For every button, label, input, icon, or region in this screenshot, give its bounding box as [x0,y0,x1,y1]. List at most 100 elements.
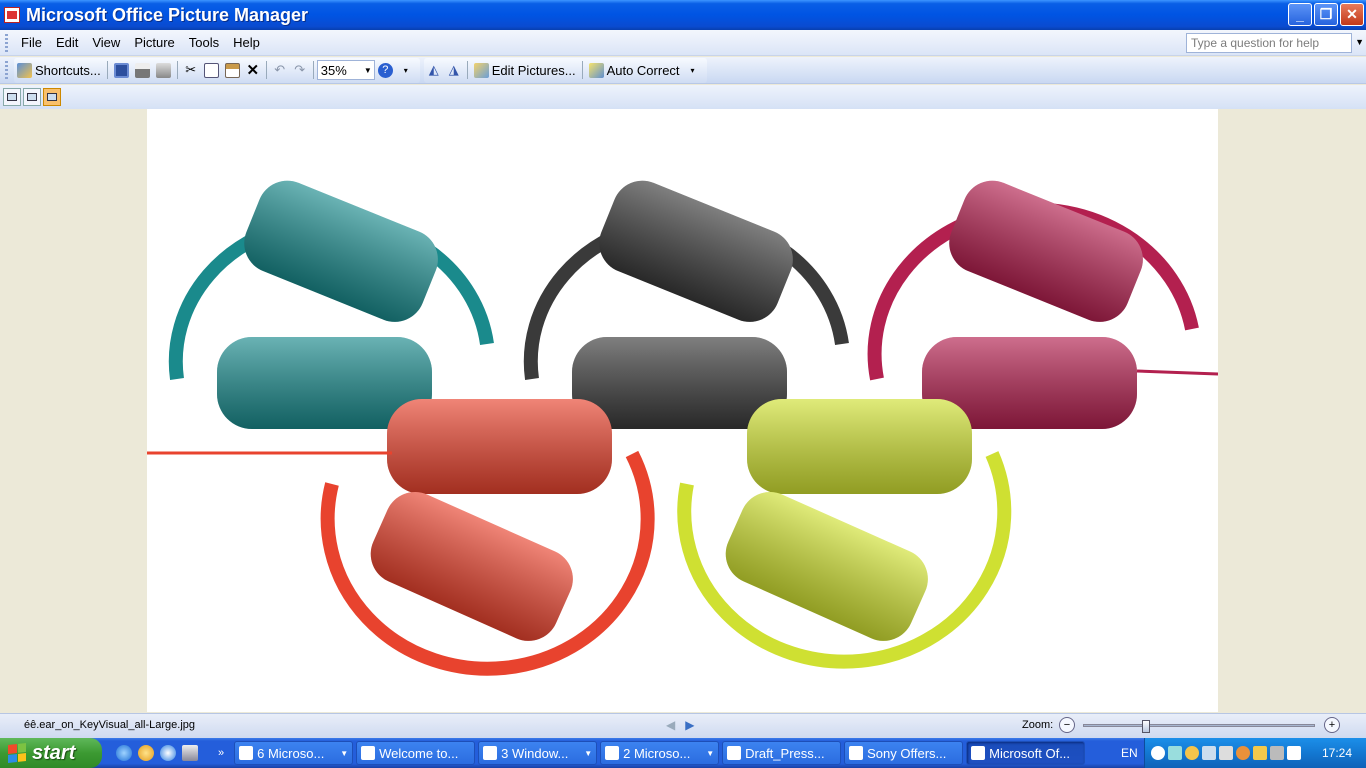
cut-button[interactable]: ✂ [181,60,201,80]
taskbar-button-label: 3 Window... [501,745,569,761]
delete-button[interactable]: ✕ [243,60,263,80]
redo-icon: ↷ [294,62,306,77]
zoom-label: Zoom: [1022,719,1054,731]
taskbar-group-arrow-icon: ▼ [706,748,715,758]
paste-icon [224,62,240,78]
taskbar-button-label: 6 Microso... [257,745,325,761]
rotate-right-button[interactable]: ◮ [444,60,464,80]
taskbar-button[interactable]: Draft_Press... [722,741,842,765]
help-question-placeholder: Type a question for help [1191,36,1320,50]
media-player-icon[interactable] [160,745,176,761]
close-button[interactable]: ✕ [1340,3,1364,26]
displayed-picture[interactable] [147,109,1218,712]
toolbar-options-icon: ▾ [403,65,408,75]
window-controls: _ ❐ ✕ [1288,3,1364,26]
undo-icon: ↶ [274,62,286,77]
print-button[interactable] [132,60,153,80]
single-picture-view-icon [47,93,57,101]
rotate-right-icon: ◮ [448,62,459,77]
previous-picture-icon[interactable]: ◀ [666,718,675,732]
view-toolbar [0,85,1366,109]
next-picture-icon[interactable]: ▶ [685,718,694,732]
taskbar-app-icon [605,746,620,760]
menu-file[interactable]: File [14,35,49,50]
minimize-button[interactable]: _ [1288,3,1312,26]
chevron-down-icon: ▼ [363,66,372,75]
tray-monitor-icon[interactable] [1219,746,1233,760]
picture-viewer [0,109,1366,713]
filmstrip-view-icon [27,93,37,101]
edit-pictures-icon [473,62,489,78]
toolbar-grip-handle[interactable] [5,61,8,79]
tray-volume-icon[interactable] [1270,746,1284,760]
taskbar-button-label: 2 Microso... [623,745,691,761]
copy-button[interactable] [201,60,222,80]
tray-expand-icon[interactable] [1151,746,1165,760]
taskbar-button[interactable]: Sony Offers... [844,741,964,765]
help-dropdown-arrow-icon[interactable]: ▼ [1355,37,1364,47]
email-button[interactable] [153,60,174,80]
toolbar-options-button-2[interactable]: ▾ [683,60,703,80]
shortcuts-icon [17,62,32,78]
menu-grip-handle[interactable] [5,33,8,52]
menu-help[interactable]: Help [226,35,267,50]
menu-tools[interactable]: Tools [182,35,226,50]
print-icon [134,62,150,78]
taskbar-button[interactable]: Welcome to... [356,741,476,765]
show-desktop-icon[interactable] [182,745,198,761]
outlook-icon[interactable] [138,745,154,761]
restore-button[interactable]: ❐ [1314,3,1338,26]
internet-explorer-icon[interactable] [116,745,132,761]
auto-correct-button[interactable]: Auto Correct [586,60,683,80]
save-button[interactable] [111,60,132,80]
menu-edit[interactable]: Edit [49,35,85,50]
start-label: start [32,741,76,764]
thumbnail-view-button[interactable] [3,88,21,106]
tray-app-icon[interactable] [1168,746,1182,760]
paste-button[interactable] [222,60,243,80]
help-question-input[interactable]: Type a question for help [1186,33,1352,53]
zoom-slider[interactable] [1083,720,1315,733]
tray-sync-icon[interactable] [1236,746,1250,760]
status-bar: éê.ear_on_KeyVisual_all-Large.jpg ◀ ▶ Zo… [0,713,1366,738]
shortcuts-button[interactable]: Shortcuts... [14,60,104,80]
toolbar-separator [466,61,468,79]
taskbar-button[interactable]: 3 Window... ▼ [478,741,598,765]
zoom-out-icon[interactable]: − [1059,717,1075,733]
taskbar-button[interactable]: 6 Microso... ▼ [234,741,354,765]
picture-manager-app-icon[interactable] [4,7,20,23]
tray-network-icon[interactable] [1202,746,1216,760]
zoom-value: 35% [320,62,347,78]
headphone-magenta [867,180,1218,429]
start-button[interactable]: start [0,738,102,768]
undo-button[interactable]: ↶ [270,60,290,80]
redo-button[interactable]: ↷ [290,60,310,80]
zoom-in-icon[interactable]: + [1324,717,1340,733]
standard-toolbar: Shortcuts... ✂ ✕ ↶ ↷ 35% ▼ ? ▾ ◭ ◮ Edit … [0,57,1366,84]
toolbar-separator [265,61,267,79]
headphone-teal [168,180,494,429]
menu-view[interactable]: View [85,35,127,50]
taskbar-button[interactable]: 2 Microso... ▼ [600,741,720,765]
menu-picture[interactable]: Picture [127,35,181,50]
edit-pictures-button[interactable]: Edit Pictures... [471,60,579,80]
filmstrip-view-button[interactable] [23,88,41,106]
taskbar-button-label: Microsoft Of... [989,745,1071,761]
tray-lock-icon[interactable] [1253,746,1267,760]
single-picture-view-button[interactable] [43,88,61,106]
tray-outlook-icon[interactable] [1185,746,1199,760]
save-icon [113,62,129,78]
taskbar-app-icon [483,746,498,760]
language-indicator[interactable]: EN [1121,746,1138,760]
tray-b-icon[interactable] [1287,746,1301,760]
rotate-left-button[interactable]: ◭ [424,60,444,80]
quick-launch-more-icon[interactable]: » [218,747,224,759]
taskbar-app-icon [849,746,864,760]
zoom-select[interactable]: 35% ▼ [316,60,375,80]
menu-bar: File Edit View Picture Tools Help Type a… [0,30,1366,56]
zoom-slider-thumb[interactable] [1141,720,1150,733]
taskbar-button[interactable]: Microsoft Of... [966,741,1086,765]
window-title: Microsoft Office Picture Manager [26,4,309,25]
help-button[interactable]: ? [375,60,396,80]
toolbar-options-button[interactable]: ▾ [396,60,416,80]
